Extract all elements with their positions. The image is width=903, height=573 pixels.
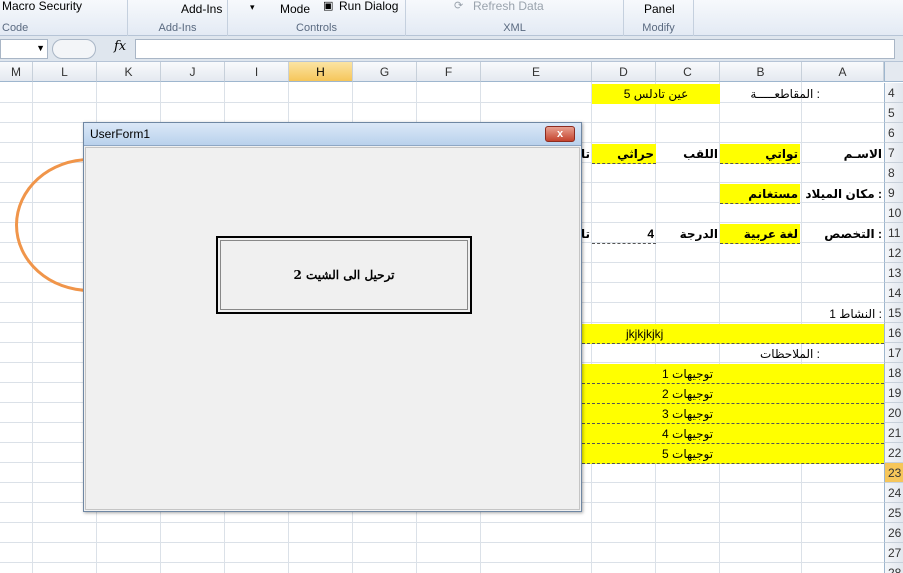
row-header-25[interactable]: 25 <box>884 503 903 523</box>
cell-c16[interactable]: jkjkjkjkj <box>582 324 884 344</box>
ribbon: Macro Security Code Add-Ins Add-Ins ▾ Mo… <box>0 0 903 36</box>
cell-d4[interactable]: عين تادلس 5 <box>592 84 720 104</box>
row-header-17[interactable]: 17 <box>884 343 903 363</box>
column-header-f[interactable]: F <box>417 62 481 82</box>
row-header-20[interactable]: 20 <box>884 403 903 423</box>
run-dialog-button[interactable]: Run Dialog <box>339 0 398 13</box>
formula-bar: ▼ fx <box>0 36 903 62</box>
row-header-24[interactable]: 24 <box>884 483 903 503</box>
row-header-7[interactable]: 7 <box>884 143 903 163</box>
xml-group: ⟳ Refresh Data XML <box>406 0 624 36</box>
cell-a11[interactable]: التخصص : <box>802 224 884 244</box>
formula-input[interactable] <box>135 39 895 59</box>
userform-titlebar[interactable]: UserForm1 x <box>84 123 581 146</box>
grid-line <box>32 82 33 573</box>
dropdown-arrow-icon[interactable]: ▾ <box>250 2 255 13</box>
column-header-d[interactable]: D <box>592 62 656 82</box>
row-header-13[interactable]: 13 <box>884 263 903 283</box>
cell-c22[interactable]: توجيهات 5 <box>582 444 884 464</box>
column-header-b[interactable]: B <box>720 62 802 82</box>
refresh-data-button[interactable]: Refresh Data <box>473 0 544 13</box>
row-header-5[interactable]: 5 <box>884 103 903 123</box>
cell-a15[interactable]: النشاط 1 : <box>720 304 884 324</box>
row-header-18[interactable]: 18 <box>884 363 903 383</box>
design-mode-button[interactable]: Mode <box>280 2 310 16</box>
transfer-to-sheet2-button[interactable]: ترحيل الى الشيت 2 <box>216 236 472 314</box>
close-icon[interactable]: x <box>545 126 575 142</box>
addins-group: Add-Ins Add-Ins <box>128 0 228 36</box>
refresh-data-icon: ⟳ <box>454 0 464 12</box>
grid-line <box>0 522 884 523</box>
row-header-21[interactable]: 21 <box>884 423 903 443</box>
row-header-22[interactable]: 22 <box>884 443 903 463</box>
row-header-27[interactable]: 27 <box>884 543 903 563</box>
column-header-l[interactable]: L <box>33 62 97 82</box>
cell-a9[interactable]: مكان الميلاد : <box>802 184 884 204</box>
column-header-h[interactable]: H <box>289 62 353 82</box>
code-group: Macro Security Code <box>0 0 128 36</box>
document-panel-button[interactable]: Panel <box>644 2 675 16</box>
xml-group-label: XML <box>503 22 526 34</box>
column-header-k[interactable]: K <box>97 62 161 82</box>
cell-a7[interactable]: الاسـم <box>802 144 884 164</box>
controls-group-label: Controls <box>296 22 337 34</box>
insert-function-icon[interactable]: fx <box>114 39 126 54</box>
row-header-9[interactable]: 9 <box>884 183 903 203</box>
column-header-g[interactable]: G <box>353 62 417 82</box>
userform-window: UserForm1 x ترحيل الى الشيت 2 <box>83 122 582 512</box>
column-header-i[interactable]: I <box>225 62 289 82</box>
name-box[interactable]: ▼ <box>0 39 48 59</box>
cell-c20[interactable]: توجيهات 3 <box>582 404 884 424</box>
cell-b17[interactable]: الملاحظات : <box>720 344 860 364</box>
addins-button[interactable]: Add-Ins <box>181 2 222 16</box>
userform-title: UserForm1 <box>90 127 151 141</box>
cell-c11[interactable]: الدرجة <box>656 224 720 244</box>
cell-d7[interactable]: حراثي <box>592 144 656 164</box>
cell-b7[interactable]: تواتي <box>720 144 800 164</box>
cell-a4[interactable]: المقاطعـــــة : <box>720 84 820 104</box>
row-header-19[interactable]: 19 <box>884 383 903 403</box>
formula-controls[interactable] <box>52 39 96 59</box>
row-header-12[interactable]: 12 <box>884 243 903 263</box>
select-all-corner[interactable] <box>884 62 903 82</box>
chevron-down-icon[interactable]: ▼ <box>36 43 45 53</box>
cell-c7[interactable]: اللقب <box>656 144 720 164</box>
row-header-28[interactable]: 28 <box>884 563 903 573</box>
addins-group-label: Add-Ins <box>158 22 197 34</box>
row-header-4[interactable]: 4 <box>884 83 903 103</box>
column-header-a[interactable]: A <box>802 62 884 82</box>
row-header-23[interactable]: 23 <box>884 463 903 483</box>
column-header-m[interactable]: M <box>0 62 33 82</box>
row-header-15[interactable]: 15 <box>884 303 903 323</box>
row-header-6[interactable]: 6 <box>884 123 903 143</box>
cell-c19[interactable]: توجيهات 2 <box>582 384 884 404</box>
controls-group: ▾ Mode ▣ Run Dialog Controls <box>228 0 406 36</box>
modify-group-label: Modify <box>642 22 675 34</box>
row-header-26[interactable]: 26 <box>884 523 903 543</box>
row-header-10[interactable]: 10 <box>884 203 903 223</box>
cell-d11[interactable]: 4 <box>592 224 656 244</box>
grid-line <box>0 562 884 563</box>
row-header-14[interactable]: 14 <box>884 283 903 303</box>
userform-body: ترحيل الى الشيت 2 <box>85 147 580 510</box>
column-header-e[interactable]: E <box>481 62 592 82</box>
row-header-16[interactable]: 16 <box>884 323 903 343</box>
row-header-8[interactable]: 8 <box>884 163 903 183</box>
column-header-j[interactable]: J <box>161 62 225 82</box>
grid-line <box>0 542 884 543</box>
cell-b11[interactable]: لغة عربية <box>720 224 800 244</box>
code-group-label: Code <box>2 22 29 34</box>
run-dialog-icon: ▣ <box>323 0 334 12</box>
column-header-c[interactable]: C <box>656 62 720 82</box>
excel-window: Macro Security Code Add-Ins Add-Ins ▾ Mo… <box>0 0 903 573</box>
modify-group: Panel Modify <box>624 0 694 36</box>
row-header-11[interactable]: 11 <box>884 223 903 243</box>
cell-b9[interactable]: مستغانم <box>720 184 800 204</box>
macro-security-button[interactable]: Macro Security <box>2 0 82 13</box>
cell-c18[interactable]: توجيهات 1 <box>582 364 884 384</box>
cell-c21[interactable]: توجيهات 4 <box>582 424 884 444</box>
